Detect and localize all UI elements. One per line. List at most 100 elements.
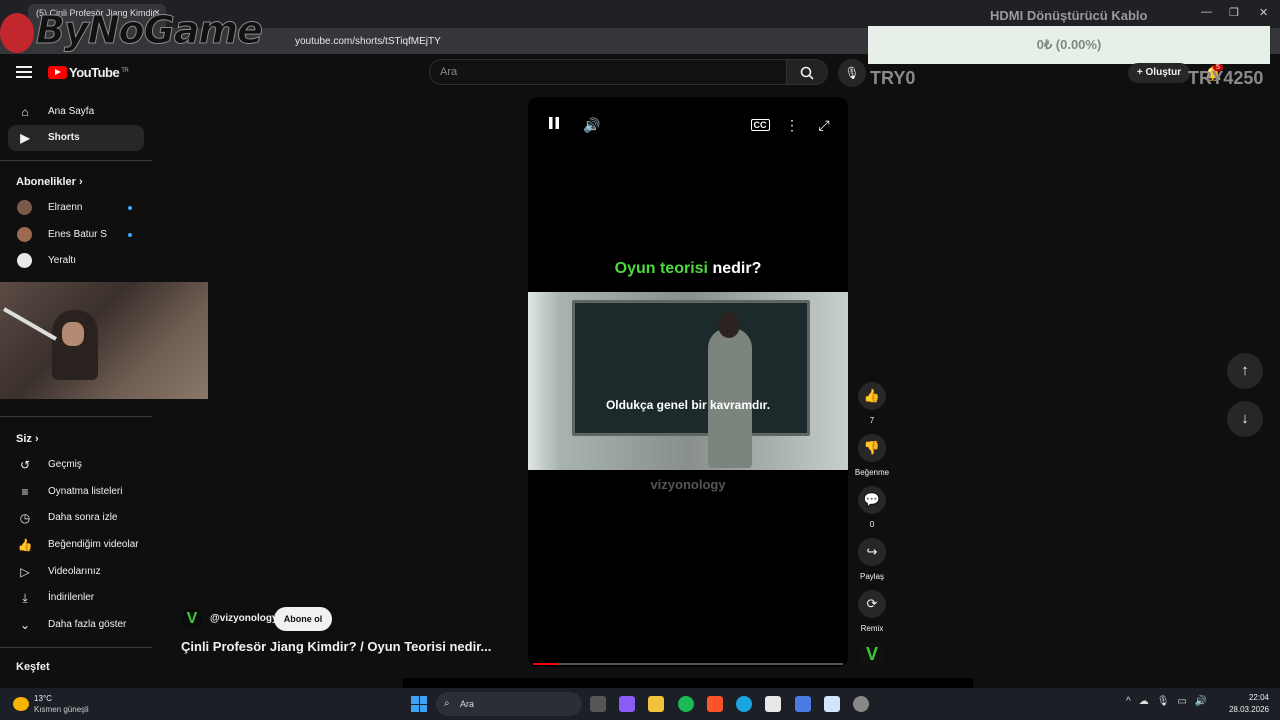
system-tray[interactable]: ^☁🎙▭🔊: [1126, 696, 1215, 707]
sidebar-divider: [0, 160, 152, 161]
next-short-button[interactable]: ↓: [1227, 401, 1263, 437]
close-window-button[interactable]: ✕: [1259, 6, 1268, 19]
create-button[interactable]: + Oluştur: [1128, 63, 1190, 83]
shorts-player[interactable]: 🔊 CC ⋮ ⤢ Oyun teorisi nedir? Oldukça gen…: [528, 97, 848, 667]
task-view-icon[interactable]: [590, 696, 606, 712]
comment-icon: 💬: [863, 492, 881, 507]
sidebar-item-label: Shorts: [48, 132, 80, 143]
previous-short-button[interactable]: ↑: [1227, 353, 1263, 389]
webcam-overlay: [0, 282, 208, 399]
minimize-button[interactable]: —: [1201, 6, 1212, 18]
thumbs-down-icon: 👎: [863, 440, 881, 455]
store-icon[interactable]: [765, 696, 781, 712]
app-icon[interactable]: [824, 696, 840, 712]
blackboard: [572, 300, 810, 436]
remix-button[interactable]: ⟳: [858, 590, 886, 618]
chevron-right-icon: ›: [34, 433, 39, 445]
sidebar-item-label: Enes Batur S: [48, 229, 107, 240]
sidebar-item-show-more[interactable]: ⌄ Daha fazla göster: [8, 612, 144, 638]
settings-icon[interactable]: [853, 696, 869, 712]
sidebar-item-label: Yeraltı: [48, 255, 76, 266]
more-vert-icon: ⋮: [785, 117, 799, 133]
captions-button[interactable]: CC: [750, 115, 770, 135]
progress-bar[interactable]: [533, 663, 843, 665]
sidebar-item-downloads[interactable]: ⤓ İndirilenler: [8, 585, 144, 611]
windows-taskbar: 13°C Kısmen güneşli ⌕ Ara ^☁🎙▭🔊 22:04 28.…: [0, 688, 1280, 720]
pause-icon: [549, 117, 559, 129]
spotify-icon[interactable]: [678, 696, 694, 712]
mail-icon[interactable]: [795, 696, 811, 712]
sidebar-item-label: Ana Sayfa: [48, 106, 95, 117]
weather-temperature: 13°C: [34, 694, 52, 703]
start-icon[interactable]: [411, 696, 427, 712]
sidebar-item-label: İndirilenler: [48, 592, 95, 603]
sidebar-item-your-videos[interactable]: ▷ Videolarınız: [8, 559, 144, 585]
voice-search-button[interactable]: 🎙: [838, 59, 866, 87]
arrow-up-icon: ↑: [1241, 362, 1249, 379]
pause-button[interactable]: [544, 115, 564, 135]
clock-date[interactable]: 28.03.2026: [1222, 705, 1269, 714]
region-code: TR: [121, 67, 129, 74]
sidebar-item-label: Beğendiğim videolar: [48, 539, 139, 550]
player-bottom-strip: [403, 678, 973, 688]
liked-icon: 👍: [17, 538, 33, 552]
search-button[interactable]: [786, 59, 828, 85]
copilot-icon[interactable]: [619, 696, 635, 712]
window-title: HDMI Dönüştürücü Kablo: [990, 8, 1148, 23]
brave-browser-icon[interactable]: [707, 696, 723, 712]
dislike-button[interactable]: 👎: [858, 434, 886, 462]
more-options-button[interactable]: ⋮: [782, 115, 802, 135]
video-frame: Oldukça genel bir kavramdır.: [528, 292, 848, 470]
sidebar-item-label: Daha fazla göster: [48, 619, 127, 630]
sidebar-item-enes-batur[interactable]: Enes Batur S: [8, 222, 144, 248]
file-explorer-icon[interactable]: [648, 696, 664, 712]
sidebar-divider: [0, 647, 152, 648]
maximize-button[interactable]: ❐: [1229, 6, 1239, 19]
edge-icon[interactable]: [736, 696, 752, 712]
subscriptions-heading[interactable]: Abonelikler ›: [16, 176, 83, 188]
home-icon: ⌂: [21, 105, 29, 119]
subscriptions-heading-label: Abonelikler: [16, 176, 76, 188]
history-icon: ↺: [19, 458, 31, 472]
comments-button[interactable]: 💬: [858, 486, 886, 514]
taskbar-search-label: Ara: [460, 699, 475, 709]
youtube-logo[interactable]: YouTube TR: [48, 65, 129, 80]
youtube-logo-text: YouTube: [69, 65, 120, 80]
address-bar[interactable]: youtube.com/shorts/tSTiqfMEjTY: [262, 33, 868, 50]
menu-icon[interactable]: [16, 66, 32, 79]
channel-name[interactable]: @vizyonology: [210, 613, 278, 624]
clock-time[interactable]: 22:04: [1229, 693, 1269, 702]
video-title[interactable]: Çinli Profesör Jiang Kimdir? / Oyun Teor…: [181, 639, 491, 654]
sidebar-item-watch-later[interactable]: ◷ Daha sonra izle: [8, 505, 144, 531]
sidebar-item-label: Videolarınız: [48, 566, 101, 577]
sidebar-item-playlists[interactable]: ≡ Oynatma listeleri: [8, 479, 144, 505]
volume-button[interactable]: 🔊: [582, 115, 602, 135]
youtube-play-icon: [48, 66, 67, 79]
fullscreen-button[interactable]: ⤢: [814, 115, 834, 135]
video-subtitle: Oldukça genel bir kavramdır.: [605, 398, 771, 412]
search-input[interactable]: Ara: [429, 59, 787, 85]
sidebar-item-elraenn[interactable]: Elraenn: [8, 195, 144, 221]
weather-icon[interactable]: [13, 697, 29, 711]
new-content-dot: [128, 233, 132, 237]
sidebar-item-shorts[interactable]: ▶ Shorts: [8, 125, 144, 151]
like-button[interactable]: 👍: [858, 382, 886, 410]
dislike-label: Beğenme: [854, 468, 890, 477]
video-watermark: vizyonology: [650, 477, 726, 492]
avatar: [17, 227, 32, 242]
sidebar-item-home[interactable]: ⌂ Ana Sayfa: [8, 99, 144, 125]
avatar: [17, 200, 32, 215]
channel-thumbnail[interactable]: V: [860, 642, 884, 666]
bynogame-logo-text: ByNoGame: [36, 8, 264, 53]
progress-fill: [533, 663, 558, 665]
you-heading[interactable]: Siz ›: [16, 433, 39, 445]
channel-avatar[interactable]: V: [181, 608, 203, 630]
shorts-icon: ▶: [20, 131, 30, 145]
search-icon: [800, 66, 814, 80]
sidebar-item-yeralti[interactable]: Yeraltı: [8, 248, 144, 274]
sidebar-item-history[interactable]: ↺ Geçmiş: [8, 452, 144, 478]
sidebar-item-liked-videos[interactable]: 👍 Beğendiğim videolar: [8, 532, 144, 558]
taskbar-search[interactable]: ⌕ Ara: [436, 692, 582, 716]
subscribe-button[interactable]: Abone ol: [274, 607, 332, 631]
share-button[interactable]: ↪: [858, 538, 886, 566]
